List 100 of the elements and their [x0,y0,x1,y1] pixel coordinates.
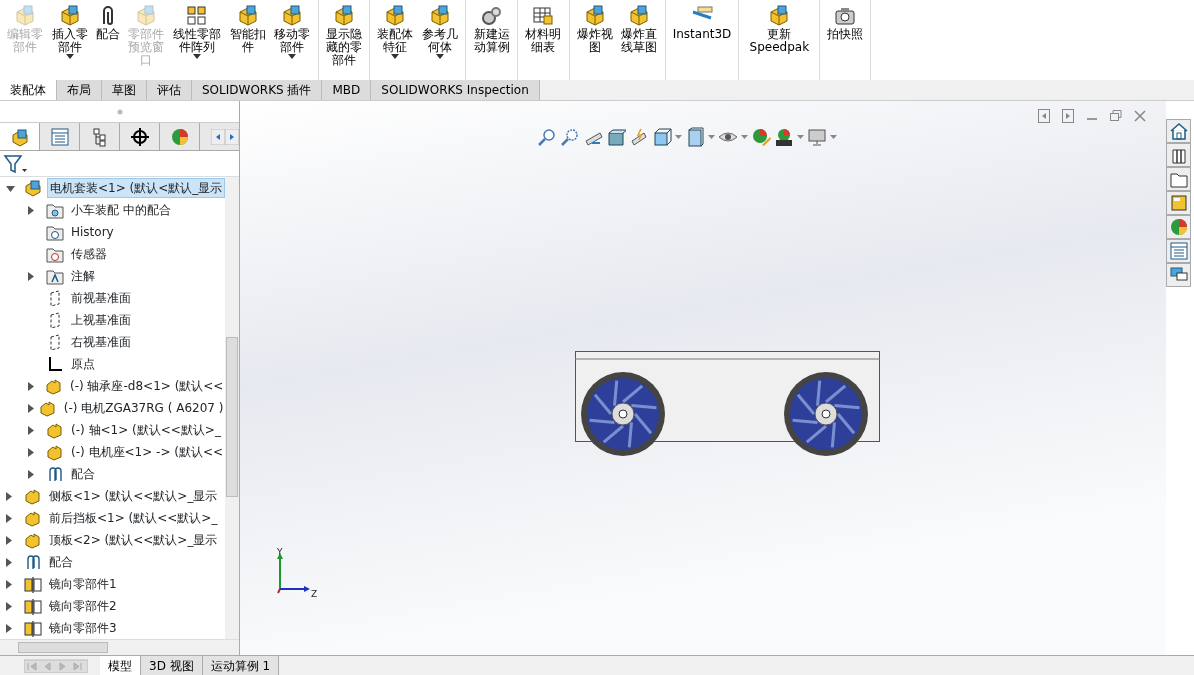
ribbon-tab[interactable]: 评估 [147,80,192,100]
zoom-area-icon[interactable] [560,127,580,147]
tree-item[interactable]: 顶板<2> (默认<<默认>_显示 [47,531,220,549]
expand-toggle-icon[interactable] [6,514,12,523]
view-tab[interactable]: 模型 [100,656,141,675]
tree-item[interactable]: (-) 电机ZGA37RG ( A6207 ) [61,399,226,417]
tree-item[interactable]: 前视基准面 [69,289,133,307]
scroll-right-icon[interactable] [225,128,239,145]
tree-item[interactable]: (-) 轴<1> (默认<<默认>_ [69,421,223,439]
toolbar-button[interactable]: 更新Speedpak [742,2,817,56]
ribbon-tab[interactable]: SOLIDWORKS 插件 [192,80,323,100]
expand-toggle-icon[interactable] [6,558,12,567]
expand-toggle-icon[interactable] [28,404,34,413]
toolbar-button[interactable]: 材料明细表 [520,2,566,56]
folder-icon [46,223,64,241]
expand-toggle-icon[interactable] [6,492,12,501]
toolbar-button[interactable]: 智能扣件 [225,2,270,56]
toolbar-button[interactable]: 装配体特征 [373,2,418,61]
caret-icon[interactable] [741,135,748,139]
expand-toggle-icon[interactable] [28,448,34,457]
scene-icon[interactable] [774,127,794,147]
ribbon-tab[interactable]: 装配体 [0,80,57,100]
view-tab[interactable]: 运动算例 1 [202,656,280,675]
toolbar-button[interactable]: 插入零部件 [47,2,93,61]
tree-item[interactable]: 镜向零部件3 [47,619,119,637]
tree-item[interactable]: 传感器 [69,245,109,263]
assembly-icon[interactable] [9,126,30,147]
tree-item[interactable]: 上视基准面 [69,311,133,329]
collapse-toggle-icon[interactable] [6,185,15,192]
mirror-icon [24,597,42,615]
caret-icon[interactable] [797,135,804,139]
tree-item[interactable]: 小车装配 中的配合 [69,201,173,219]
color-ball-icon[interactable] [1168,217,1189,237]
scroll-left-icon[interactable] [211,128,225,145]
property-list-icon[interactable] [49,126,70,147]
view-tab[interactable]: 3D 视图 [141,656,203,675]
horizontal-scrollbar[interactable] [0,639,239,655]
expand-toggle-icon[interactable] [28,206,34,215]
tree-item[interactable]: 侧板<1> (默认<<默认>_显示 [47,487,220,505]
expand-toggle-icon[interactable] [28,382,34,391]
caret-icon[interactable] [675,135,682,139]
zoom-fit-icon[interactable] [537,127,557,147]
toolbar-button[interactable]: 新建运动算例 [469,2,514,56]
property-list-icon[interactable] [1168,241,1189,261]
expand-toggle-icon[interactable] [28,426,34,435]
toolbar-button[interactable]: 移动零部件 [269,2,315,61]
next-view-icon[interactable] [1062,109,1074,123]
tree-item[interactable]: (-) 轴承座-d8<1> (默认<< [68,377,226,395]
tree-item[interactable]: 镜向零部件2 [47,597,119,615]
close-icon[interactable] [1134,109,1146,123]
ribbon-tab[interactable]: SOLIDWORKS Inspection [371,80,540,100]
expand-toggle-icon[interactable] [6,580,12,589]
expand-toggle-icon[interactable] [6,602,12,611]
tree-item[interactable]: 配合 [47,553,75,571]
tree-item[interactable]: 镜向零部件1 [47,575,119,593]
tree-item[interactable]: 前后挡板<1> (默认<<默认>_ [47,509,220,527]
restore-icon[interactable] [1110,109,1122,123]
toolbar-button[interactable]: 配合 [92,2,125,43]
home-icon[interactable] [1168,121,1189,141]
scrollbar[interactable] [225,177,239,639]
axis-label: Z [311,590,318,599]
tree-item[interactable]: 注解 [69,267,97,285]
crosshair-icon[interactable] [129,126,150,147]
tree-item[interactable]: 配合 [69,465,97,483]
tree-item[interactable]: 电机套装<1> (默认<默认_显示 [47,178,226,198]
filter-icon[interactable] [3,153,27,174]
part-icon [24,531,42,549]
appearance-pencil-icon[interactable] [751,127,771,147]
tree-item[interactable]: History [69,223,116,241]
toolbar-button[interactable]: 线性零部件阵列 [168,2,226,61]
layout-icon[interactable] [1168,193,1189,213]
view-cube-icon[interactable] [652,127,672,147]
toolbar-button[interactable]: 显示隐藏的零部件 [321,2,367,69]
tree-item[interactable]: 原点 [69,355,97,373]
ribbon-tab[interactable]: 草图 [102,80,147,100]
folder-icon [46,245,64,263]
caret-icon[interactable] [708,135,715,139]
dynamic-annotation-icon[interactable] [629,127,649,147]
toolbar-button[interactable]: 参考几何体 [417,2,463,61]
gear-icon [479,4,504,28]
expand-toggle-icon[interactable] [6,624,12,633]
display-style-icon[interactable] [685,127,705,147]
toolbar-button[interactable]: Instant3D [668,2,736,43]
ribbon-tab[interactable]: MBD [322,80,372,100]
mirror-icon [24,575,42,593]
ribbon-tab[interactable]: 布局 [57,80,102,100]
caret-icon[interactable] [830,135,837,139]
color-ball-icon[interactable] [169,126,190,147]
monitor-icon[interactable] [807,127,827,147]
toolbar-button[interactable]: 拍快照 [823,2,868,43]
previous-view-icon[interactable] [1038,109,1050,123]
grip-icon[interactable] [116,108,123,115]
tree-item[interactable]: 右视基准面 [69,333,133,351]
section-view-icon[interactable] [606,127,626,147]
expand-toggle-icon[interactable] [6,536,12,545]
toolbar-button[interactable]: 爆炸视图 [572,2,618,56]
expand-toggle-icon[interactable] [28,470,34,479]
expand-toggle-icon[interactable] [28,272,34,281]
tree-item[interactable]: (-) 电机座<1> -> (默认<< [69,443,226,461]
toolbar-button[interactable]: 爆炸直线草图 [617,2,662,56]
